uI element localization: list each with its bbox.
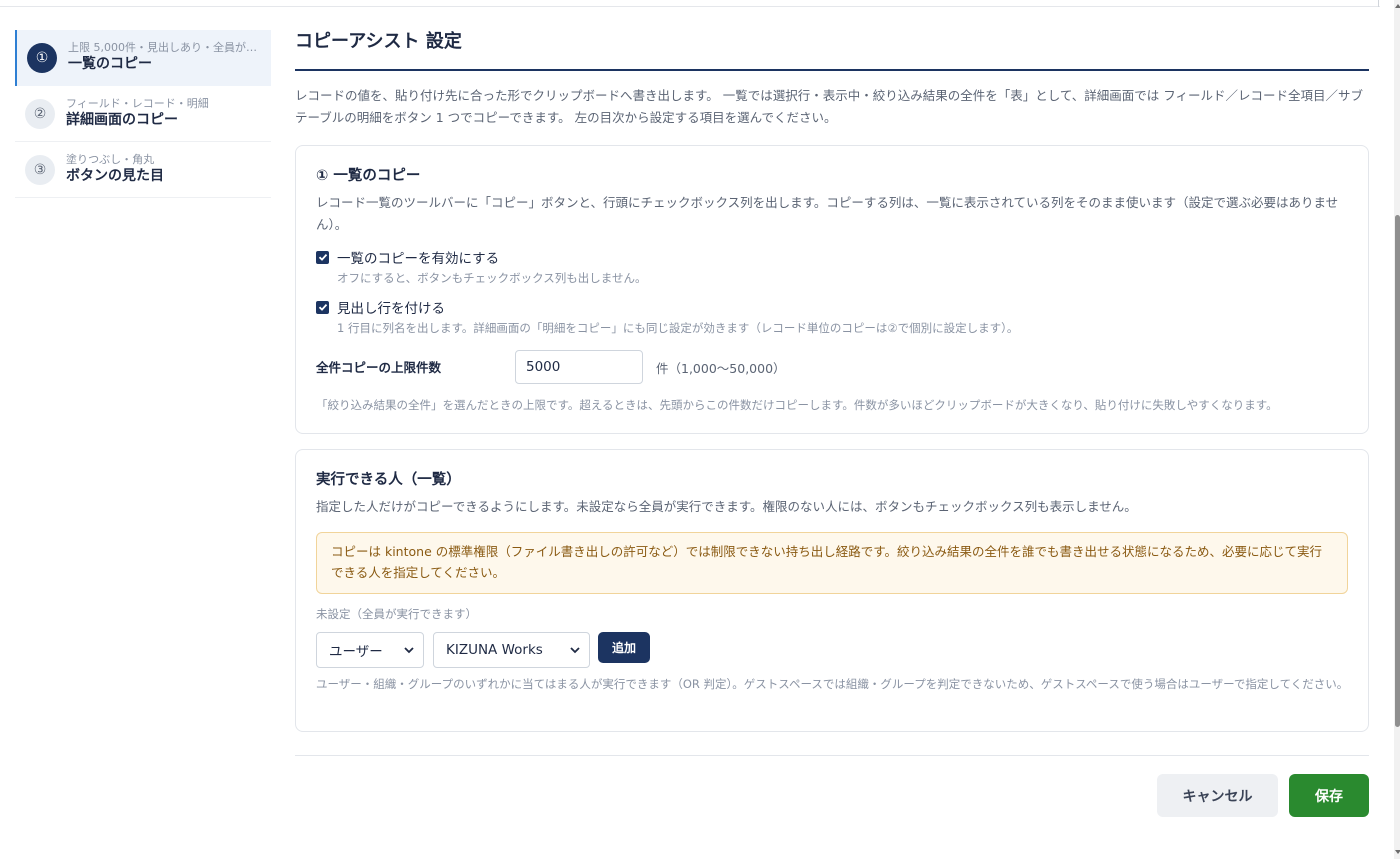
member-select[interactable]: KIZUNA Works — [433, 632, 590, 668]
header-row-label: 見出し行を付ける — [337, 301, 445, 317]
copy-limit-input[interactable] — [515, 350, 643, 384]
nav-number-badge: ③ — [25, 155, 55, 185]
scroll-up-arrow-icon[interactable] — [1395, 4, 1400, 8]
page-intro: レコードの値を、貼り付け先に合った形でクリップボードへ書き出します。 一覧では選… — [295, 88, 1363, 125]
nav-item-button-style[interactable]: ③ 塗りつぶし・角丸 ボタンの見た目 — [15, 142, 271, 198]
enable-list-copy-help: オフにすると、ボタンもチェックボックス列も出しません。 — [337, 271, 647, 285]
executors-help: ユーザー・組織・グループのいずれかに当てはまる人が実行できます（OR 判定）。ゲ… — [316, 677, 1349, 691]
nav-item-summary: フィールド・レコード・明細 — [66, 97, 209, 110]
top-border — [0, 6, 1380, 7]
nav-item-title: ボタンの見た目 — [66, 168, 164, 184]
executors-card: 実行できる人（一覧） 指定した人だけがコピーできるようにします。未設定なら全員が… — [295, 449, 1369, 732]
title-divider — [295, 69, 1369, 71]
check-icon — [318, 253, 327, 261]
settings-main: コピーアシスト 設定 レコードの値を、貼り付け先に合った形でクリップボードへ書き… — [295, 30, 1369, 732]
nav-item-title: 詳細画面のコピー — [66, 112, 178, 128]
save-button[interactable]: 保存 — [1289, 774, 1369, 817]
member-type-value: ユーザー — [329, 644, 383, 660]
nav-item-detail-copy[interactable]: ② フィールド・レコード・明細 詳細画面のコピー — [15, 86, 271, 142]
scroll-down-arrow-icon[interactable] — [1395, 850, 1400, 854]
footer-divider — [295, 755, 1369, 756]
executors-title: 実行できる人（一覧） — [316, 472, 461, 488]
copy-limit-unit: 件（1,000〜50,000） — [656, 361, 786, 376]
nav-item-list-copy[interactable]: ① 上限 5,000件・見出しあり・全員が… 一覧のコピー — [15, 30, 271, 86]
add-member-button[interactable]: 追加 — [598, 632, 650, 663]
warning-box: コピーは kintone の標準権限（ファイル書き出しの許可など）では制限できな… — [316, 532, 1348, 594]
list-copy-title: ① 一覧のコピー — [316, 168, 421, 184]
member-type-select[interactable]: ユーザー — [316, 632, 424, 668]
scrollbar-thumb[interactable] — [1395, 215, 1400, 727]
chevron-down-icon — [404, 647, 414, 654]
member-value: KIZUNA Works — [446, 642, 543, 658]
chevron-down-icon — [570, 647, 580, 654]
unset-status-text: 未設定（全員が実行できます） — [316, 607, 477, 621]
enable-list-copy-label: 一覧のコピーを有効にする — [337, 251, 500, 267]
nav-number-badge: ① — [27, 43, 57, 73]
nav-item-summary: 上限 5,000件・見出しあり・全員が… — [68, 41, 257, 54]
top-border-tick — [1378, 0, 1379, 7]
nav-item-text: 上限 5,000件・見出しあり・全員が… 一覧のコピー — [68, 41, 264, 74]
nav-number-badge: ② — [25, 99, 55, 129]
section-nav: ① 上限 5,000件・見出しあり・全員が… 一覧のコピー ② フィールド・レコ… — [15, 30, 271, 198]
header-row-help: 1 行目に列名を出します。詳細画面の「明細をコピー」にも同じ設定が効きます（レコ… — [337, 321, 1019, 335]
page-title: コピーアシスト 設定 — [295, 31, 462, 52]
copy-limit-help: 「絞り込み結果の全件」を選んだときの上限です。超えるときは、先頭からこの件数だけ… — [316, 398, 1278, 412]
nav-item-text: フィールド・レコード・明細 詳細画面のコピー — [66, 97, 262, 130]
copy-limit-label: 全件コピーの上限件数 — [316, 360, 442, 375]
list-copy-description: レコード一覧のツールバーに「コピー」ボタンと、行頭にチェックボックス列を出します… — [316, 195, 1339, 232]
header-row-option-row[interactable]: 見出し行を付ける — [316, 297, 445, 317]
nav-item-summary: 塗りつぶし・角丸 — [66, 153, 155, 166]
executors-description: 指定した人だけがコピーできるようにします。未設定なら全員が実行できます。権限のな… — [316, 499, 1137, 514]
nav-item-text: 塗りつぶし・角丸 ボタンの見た目 — [66, 153, 262, 186]
enable-list-copy-checkbox[interactable] — [316, 250, 329, 264]
header-row-checkbox[interactable] — [316, 300, 329, 314]
check-icon — [318, 303, 327, 311]
cancel-button[interactable]: キャンセル — [1157, 774, 1278, 817]
nav-item-title: 一覧のコピー — [68, 56, 152, 72]
enable-list-copy-row[interactable]: 一覧のコピーを有効にする — [316, 247, 499, 267]
list-copy-card: ① 一覧のコピー レコード一覧のツールバーに「コピー」ボタンと、行頭にチェックボ… — [295, 145, 1369, 434]
